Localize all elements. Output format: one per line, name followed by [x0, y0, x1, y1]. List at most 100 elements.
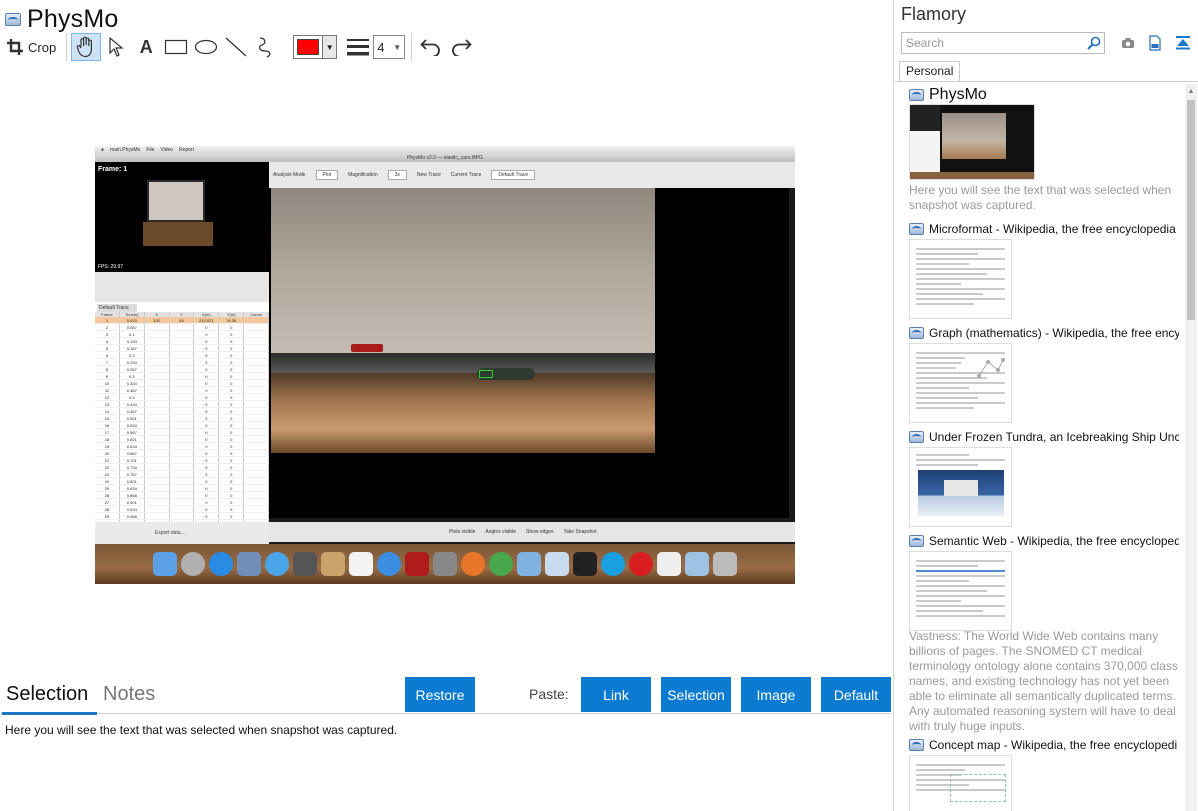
scrollbar-thumb[interactable]	[1187, 100, 1195, 320]
table-cell	[145, 436, 170, 442]
chevron-down-icon[interactable]: ▼	[322, 36, 337, 58]
table-cell: 0	[219, 492, 245, 498]
paste-default-button[interactable]: Default	[821, 677, 891, 712]
ellipse-icon	[195, 39, 218, 55]
collapse-icon[interactable]	[1174, 34, 1192, 52]
table-cell: 4	[95, 338, 120, 344]
table-cell	[145, 359, 170, 365]
table-cell: 8	[95, 366, 120, 372]
ellipse-tool-button[interactable]	[191, 33, 221, 61]
table-row: 6 0.2 0 0	[95, 352, 269, 359]
table-cell	[244, 471, 269, 477]
freehand-tool-button[interactable]	[251, 33, 281, 61]
table-cell	[244, 331, 269, 337]
paste-link-button[interactable]: Link	[581, 677, 651, 712]
table-cell: 26	[95, 492, 120, 498]
table-cell: 20	[95, 450, 120, 456]
table-row: 16 0.534 0 0	[95, 422, 269, 429]
table-cell	[244, 317, 269, 323]
crop-button[interactable]: Crop	[4, 39, 62, 55]
table-cell: 0	[194, 499, 220, 505]
list-item-title[interactable]: PhysMo	[909, 86, 1179, 104]
table-cell: 0.3	[120, 373, 145, 379]
table-cell	[170, 506, 195, 512]
table-cell: 0	[194, 443, 220, 449]
table-cell	[244, 373, 269, 379]
list-item-title[interactable]: Concept map - Wikipedia, the free encycl…	[909, 736, 1179, 754]
table-cell	[170, 429, 195, 435]
table-cell: 0.701	[120, 457, 145, 463]
restore-button[interactable]: Restore	[405, 677, 475, 712]
table-cell: 0	[194, 429, 220, 435]
rectangle-tool-button[interactable]	[161, 33, 191, 61]
table-row: 17 0.567 0 0	[95, 429, 269, 436]
table-cell: 0.601	[120, 436, 145, 442]
table-cell: 0	[219, 471, 245, 477]
tab-notes[interactable]: Notes	[103, 683, 155, 706]
table-cell	[170, 331, 195, 337]
list-item-thumbnail[interactable]	[909, 104, 1035, 180]
table-cell	[170, 457, 195, 463]
table-cell: 17	[95, 429, 120, 435]
finder-icon	[153, 552, 177, 576]
table-cell: 0.234	[120, 359, 145, 365]
export-label: Export data...	[155, 530, 185, 536]
undo-button[interactable]	[416, 33, 446, 61]
table-cell: 0	[219, 422, 245, 428]
table-row: 1 0.033 192 64 210.521 76.36	[95, 317, 269, 324]
menubar-item: Report	[179, 147, 195, 153]
tab-selection[interactable]: Selection	[6, 683, 88, 706]
table-cell	[145, 394, 170, 400]
table-cell: 0	[194, 324, 220, 330]
color-picker[interactable]: ▼	[293, 35, 338, 59]
list-item-title[interactable]: Semantic Web - Wikipedia, the free encyc…	[909, 532, 1179, 550]
thumb-graph-drawing	[977, 358, 1005, 378]
table-cell: 18	[95, 436, 120, 442]
preview-icon	[237, 552, 261, 576]
scroll-up-icon[interactable]: ▲	[1185, 84, 1197, 98]
search-input[interactable]: Search	[901, 32, 1105, 54]
line-tool-button[interactable]	[221, 33, 251, 61]
color-swatch	[297, 39, 320, 55]
table-cell: 0	[219, 478, 245, 484]
list-item-thumbnail[interactable]	[909, 551, 1012, 631]
sidebar-scrollbar[interactable]: ▲	[1185, 84, 1197, 811]
main-pane: PhysMo Crop A ▼ 4 ▼ ● main.PhysMo File V…	[0, 0, 894, 811]
paste-image-button[interactable]: Image	[741, 677, 811, 712]
search-icon[interactable]	[1087, 36, 1101, 50]
line-width-select[interactable]: 4 ▼	[373, 35, 406, 59]
list-item-title[interactable]: Microformat - Wikipedia, the free encycl…	[909, 220, 1179, 238]
table-cell: 0	[194, 408, 220, 414]
table-cell	[170, 324, 195, 330]
list-item-thumbnail[interactable]	[909, 343, 1012, 423]
fps-label: FPS: 29.97	[98, 264, 124, 270]
select-tool-button[interactable]	[101, 33, 131, 61]
list-item-thumbnail[interactable]	[909, 755, 1012, 811]
list-item-thumbnail[interactable]	[909, 447, 1012, 527]
export-row: Export data...	[95, 522, 269, 544]
rail	[271, 353, 655, 373]
new-trace-label: New Trace	[416, 172, 441, 178]
folder-icon	[685, 552, 709, 576]
table-cell: 12	[95, 394, 120, 400]
table-cell: 9	[95, 373, 120, 379]
paste-selection-button[interactable]: Selection	[661, 677, 731, 712]
plots-visible-label: Plots visible	[449, 529, 476, 535]
table-cell	[170, 394, 195, 400]
table-cell: 10	[95, 380, 120, 386]
camera-icon[interactable]	[1119, 34, 1137, 52]
document-icon[interactable]	[1146, 34, 1164, 52]
list-item-title[interactable]: Under Frozen Tundra, an Icebreaking Ship…	[909, 428, 1179, 446]
trace-tab: Default Trace	[97, 304, 137, 312]
tab-personal[interactable]: Personal	[899, 61, 961, 82]
hand-icon	[76, 36, 93, 58]
table-cell	[244, 457, 269, 463]
table-row: 23 0.767 0 0	[95, 471, 269, 478]
hand-tool-button[interactable]	[71, 33, 102, 61]
redo-button[interactable]	[446, 33, 476, 61]
launchpad-icon	[181, 552, 205, 576]
table-cell: 0.634	[120, 443, 145, 449]
list-item-thumbnail[interactable]	[909, 239, 1012, 319]
list-item-title[interactable]: Graph (mathematics) - Wikipedia, the fre…	[909, 324, 1179, 342]
text-tool-button[interactable]: A	[131, 33, 161, 61]
